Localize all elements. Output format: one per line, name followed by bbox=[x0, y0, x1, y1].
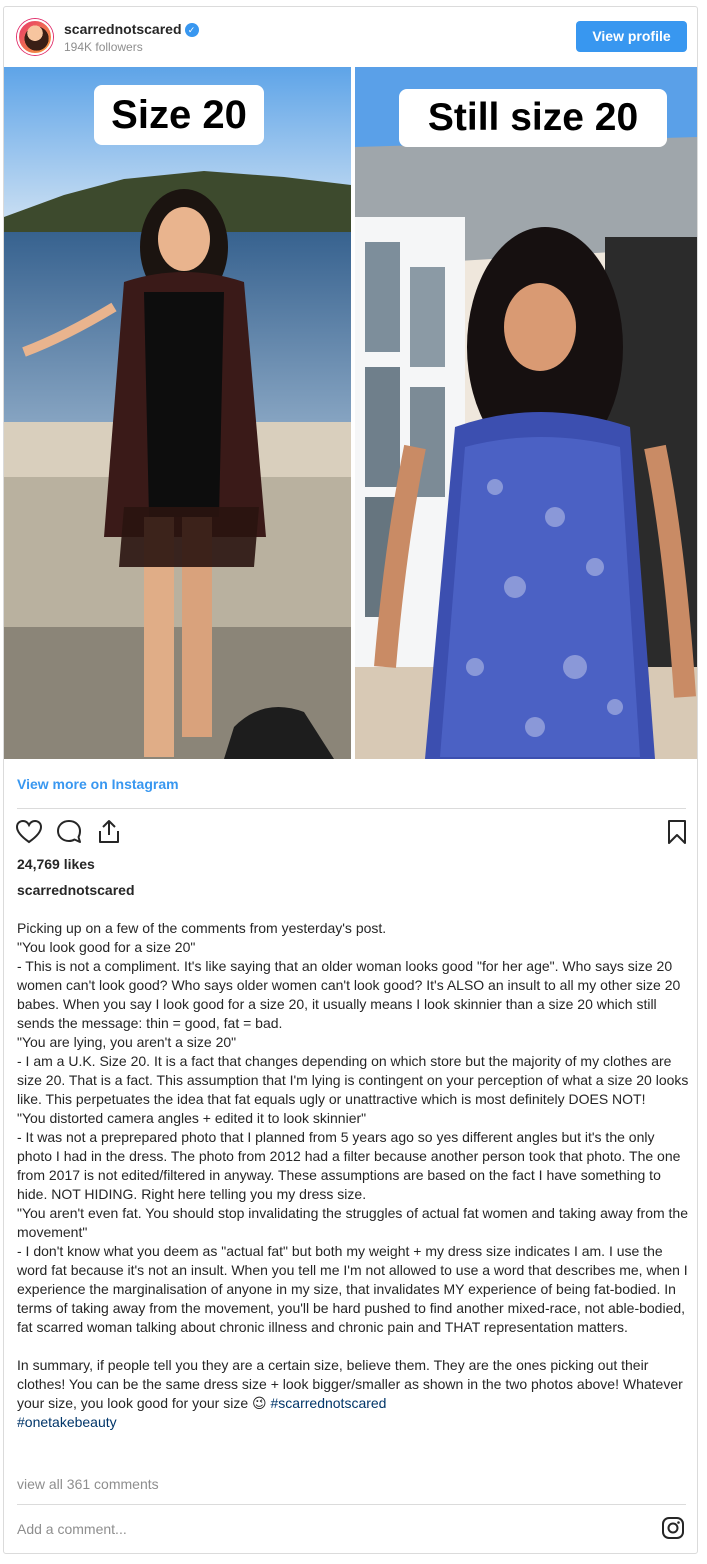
left-size-label: Size 20 bbox=[94, 85, 264, 145]
photo-right-image bbox=[355, 67, 697, 759]
follower-count: 194K followers bbox=[64, 40, 143, 54]
heart-icon[interactable] bbox=[14, 817, 44, 847]
wink-emoji-icon: 😉 bbox=[252, 1395, 267, 1411]
photo-left-image bbox=[4, 67, 351, 759]
view-more-link[interactable]: View more on Instagram bbox=[17, 776, 179, 792]
divider bbox=[17, 808, 686, 809]
bookmark-icon[interactable] bbox=[662, 817, 692, 847]
avatar[interactable] bbox=[17, 19, 53, 55]
instagram-logo-icon[interactable] bbox=[661, 1516, 685, 1540]
action-bar bbox=[12, 817, 692, 849]
add-comment-input[interactable]: Add a comment... bbox=[17, 1521, 127, 1537]
divider bbox=[17, 1504, 686, 1505]
caption-text: Picking up on a few of the comments from… bbox=[17, 919, 689, 1432]
post-header: scarrednotscared ✓ 194K followers View pr… bbox=[4, 7, 697, 67]
comment-icon[interactable] bbox=[54, 817, 84, 847]
verified-badge-icon: ✓ bbox=[184, 23, 199, 37]
instagram-embed-card: scarrednotscared ✓ 194K followers View pr… bbox=[3, 6, 698, 1554]
username-row[interactable]: scarrednotscared ✓ bbox=[64, 21, 199, 37]
photo-right[interactable]: Still size 20 bbox=[355, 67, 697, 759]
hashtag-link[interactable]: #scarrednotscared bbox=[271, 1395, 387, 1411]
view-profile-button[interactable]: View profile bbox=[576, 21, 687, 52]
hashtag-link[interactable]: #onetakebeauty bbox=[17, 1414, 117, 1430]
view-all-comments-link[interactable]: view all 361 comments bbox=[17, 1476, 159, 1492]
caption-body: Picking up on a few of the comments from… bbox=[17, 920, 689, 1411]
right-size-label: Still size 20 bbox=[399, 89, 667, 147]
share-icon[interactable] bbox=[94, 817, 124, 847]
caption-username[interactable]: scarrednotscared bbox=[17, 882, 135, 898]
photo-left[interactable]: Size 20 bbox=[4, 67, 351, 759]
like-count[interactable]: 24,769 likes bbox=[17, 856, 95, 872]
username[interactable]: scarrednotscared bbox=[64, 21, 182, 37]
